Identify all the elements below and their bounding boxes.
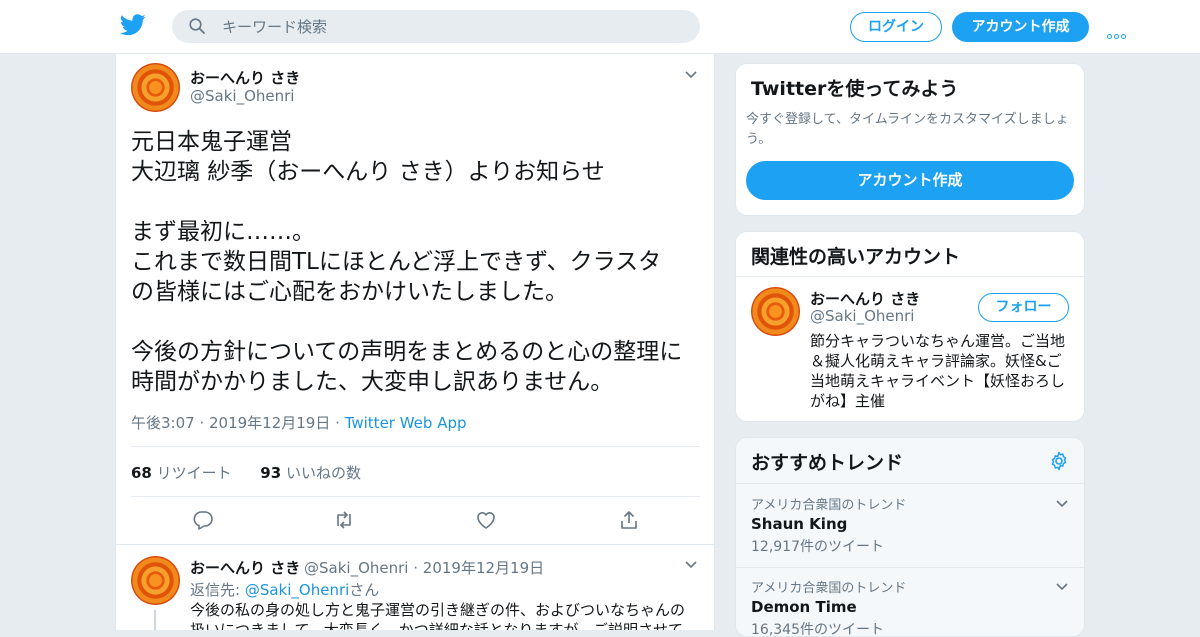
login-button[interactable]: ログイン (850, 12, 942, 42)
retweet-label: リツイート (156, 464, 232, 482)
like-count: 93 (260, 464, 282, 482)
avatar[interactable] (131, 556, 180, 605)
avatar[interactable] (131, 63, 180, 112)
trend-context: アメリカ合衆国のトレンド (751, 581, 907, 596)
bio-line: 当地萌えキャライベント【妖怪おろし (810, 372, 1066, 390)
tweet-text: 元日本鬼子運営 大辺璃 紗季（おーへんり さき）よりお知らせ まず最初に……。 … (131, 127, 711, 397)
trend-name[interactable]: Demon Time (751, 595, 1071, 619)
retweet-count: 68 (131, 464, 152, 482)
tweet-actions (116, 509, 714, 533)
related-bio: 節分キャラついなちゃん運営。ご当地 ＆擬人化萌えキャラ評論家。妖怪&ご 当地萌え… (810, 331, 1072, 411)
related-accounts-card: 関連性の高いアカウント おーへんり さき @Saki_Ohenri フォロー 節… (735, 231, 1085, 422)
divider (736, 276, 1084, 277)
top-navigation-bar: ログイン アカウント作成 (0, 0, 1200, 54)
avatar[interactable] (751, 287, 800, 336)
tweet-line: 大辺璃 紗季（おーへんり さき）よりお知らせ (131, 159, 605, 185)
bio-line: ＆擬人化萌えキャラ評論家。妖怪&ご (810, 352, 1062, 370)
tweet-separator (116, 544, 714, 545)
trends-card: おすすめトレンド アメリカ合衆国のトレンド Shaun King 12,917件… (735, 437, 1085, 637)
reply-author-name[interactable]: おーへんり さき (190, 557, 300, 578)
trend-item[interactable]: アメリカ合衆国のトレンド Shaun King 12,917件のツイート (751, 494, 1071, 556)
trend-count: 12,917件のツイート (751, 539, 884, 555)
reply-to: 返信先: @Saki_Ohenriさん (190, 579, 379, 600)
reply-line: 今後の私の身の処し方と鬼子運営の引き継ぎの件、およびついなちゃんの (190, 601, 686, 619)
trend-context: アメリカ合衆国のトレンド (751, 498, 907, 513)
related-handle[interactable]: @Saki_Ohenri (810, 307, 914, 325)
tweet-column: おーへんり さき @Saki_Ohenri 元日本鬼子運営 大辺璃 紗季（おーへ… (115, 54, 715, 630)
date-separator: · (413, 559, 419, 577)
trend-count: 16,345件のツイート (751, 622, 884, 637)
reply-icon[interactable] (192, 509, 214, 531)
tweet-source-link[interactable]: Twitter Web App (345, 414, 467, 432)
signup-card-button[interactable]: アカウント作成 (746, 161, 1074, 200)
signup-card: Twitterを使ってみよう 今すぐ登録して、タイムラインをカスタマイズしましょ… (735, 63, 1085, 216)
tweet-stats: 68 リツイート 93 いいねの数 (131, 462, 361, 483)
tweet-line (131, 307, 711, 337)
divider (131, 496, 700, 497)
reply-to-suffix: さん (349, 581, 380, 599)
twitter-bird-icon[interactable] (120, 14, 146, 36)
tweet-line: 今後の方針についての声明をまとめるのと心の整理に (131, 339, 683, 365)
like-label: いいねの数 (285, 464, 361, 482)
reply-handle-date: @Saki_Ohenri · 2019年12月19日 (304, 557, 544, 578)
bio-line: 節分キャラついなちゃん運営。ご当地 (810, 332, 1066, 350)
chevron-down-icon[interactable] (685, 71, 697, 79)
retweet-icon[interactable] (333, 509, 355, 531)
gear-icon[interactable] (1049, 451, 1069, 471)
thread-line (154, 610, 156, 630)
tweet-line: これまで数日間TLにほとんど浮上できず、クラスタ (131, 249, 662, 275)
reply-author-handle[interactable]: @Saki_Ohenri (304, 559, 408, 577)
reply-line: 扱いにつきまして、大変長く、かつ詳細な話となりますが、ご説明させて (190, 621, 684, 630)
like-stat[interactable]: 93 いいねの数 (260, 464, 361, 482)
tweet-line: の皆様にはご心配をおかけいたしました。 (131, 279, 568, 305)
related-name[interactable]: おーへんり さき (810, 288, 920, 309)
reply-date[interactable]: 2019年12月19日 (423, 559, 544, 577)
trend-item[interactable]: アメリカ合衆国のトレンド Demon Time 16,345件のツイート (751, 577, 1071, 637)
divider (736, 483, 1084, 484)
trends-title: おすすめトレンド (751, 452, 904, 474)
tweet-meta: 午後3:07 · 2019年12月19日 · Twitter Web App (131, 412, 467, 433)
meta-separator: · (335, 414, 340, 432)
tweet-line: 元日本鬼子運営 (131, 129, 292, 155)
tweet-timestamp[interactable]: 午後3:07 · 2019年12月19日 (131, 414, 330, 432)
retweet-stat[interactable]: 68 リツイート (131, 464, 232, 482)
like-icon[interactable] (475, 509, 497, 531)
more-icon[interactable] (1107, 24, 1131, 39)
signup-button[interactable]: アカウント作成 (952, 12, 1089, 42)
reply-to-link[interactable]: @Saki_Ohenri (245, 581, 349, 599)
author-name[interactable]: おーへんり さき (190, 67, 300, 88)
search-box[interactable] (172, 10, 700, 43)
divider (131, 446, 700, 447)
bio-line: がね】主催 (810, 392, 886, 410)
signup-card-subtitle: 今すぐ登録して、タイムラインをカスタマイズしましょう。 (746, 112, 1069, 147)
tweet-line: まず最初に……。 (131, 219, 315, 245)
chevron-down-icon[interactable] (685, 561, 697, 569)
chevron-down-icon[interactable] (1056, 583, 1068, 591)
follow-button[interactable]: フォロー (978, 293, 1069, 322)
author-handle[interactable]: @Saki_Ohenri (190, 87, 294, 105)
reply-to-prefix: 返信先: (190, 581, 241, 599)
search-input[interactable] (222, 10, 682, 43)
reply-text: 今後の私の身の処し方と鬼子運営の引き継ぎの件、およびついなちゃんの 扱いにつきま… (190, 600, 695, 630)
divider (736, 567, 1084, 568)
tweet-line: 時間がかかりました、大変申し訳ありません。 (131, 369, 614, 395)
trend-name[interactable]: Shaun King (751, 512, 1071, 536)
signup-card-title: Twitterを使ってみよう (751, 78, 959, 100)
search-icon (189, 18, 205, 34)
chevron-down-icon[interactable] (1056, 500, 1068, 508)
share-icon[interactable] (618, 509, 640, 531)
related-title: 関連性の高いアカウント (751, 246, 961, 268)
tweet-line (131, 187, 711, 217)
